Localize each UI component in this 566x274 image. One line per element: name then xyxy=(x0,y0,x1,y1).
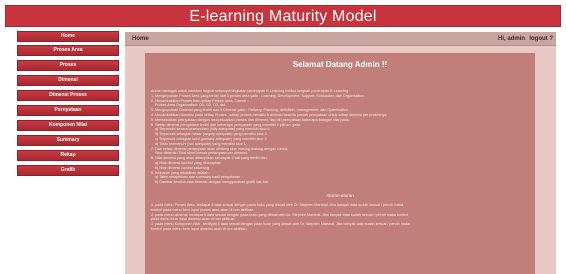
sidebar-item-proses[interactable]: Proses xyxy=(17,60,119,71)
sidebar-item-pernyataan[interactable]: Pernyataan xyxy=(17,105,119,116)
rule-line: tombol pada menu form input dimensi akan… xyxy=(151,226,248,231)
breadcrumb-home[interactable]: Home xyxy=(132,36,149,42)
sidebar-item-grafik[interactable]: Grafik xyxy=(17,165,119,176)
top-bar: Home Hi, admin logout ? xyxy=(125,32,556,46)
sidebar-item-dimensi-proses[interactable]: Dimensi Proses xyxy=(17,90,119,101)
rules-list: 1. pada menu Proses Area, terdapat 5 dat… xyxy=(145,203,535,232)
sidebar-item-proses-area[interactable]: Proses Area xyxy=(17,45,119,56)
greeting-text: Hi, xyxy=(497,36,506,42)
sidebar-item-dimensi[interactable]: Dimensi xyxy=(17,75,119,86)
app-title-banner: E-learning Maturity Model xyxy=(5,5,561,27)
logout-link[interactable]: logout ? xyxy=(529,36,553,42)
user-greeting: Hi, admin xyxy=(498,36,525,42)
main-panel: Home Hi, admin logout ? Selamat Datang A… xyxy=(125,32,556,274)
sidebar-menu: Home Proses Area Proses Dimensi Dimensi … xyxy=(17,31,119,180)
sidebar-item-rekap[interactable]: Rekap xyxy=(17,150,119,161)
page: E-learning Maturity Model Home Proses Ar… xyxy=(0,0,566,274)
intro-line: b) Gambar keseluruhan dimensi dengan men… xyxy=(155,180,269,185)
username: admin xyxy=(507,36,525,42)
intro-instructions: Admin bertugas untuk memberi tingkat seb… xyxy=(145,89,535,185)
welcome-content: Selamat Datang Admin !! Admin bertugas u… xyxy=(145,53,535,274)
rules-heading: Aturan-aturan xyxy=(326,192,354,198)
sidebar-item-summary[interactable]: Summary xyxy=(17,135,119,146)
sidebar-item-komponen-nilai[interactable]: Komponen Nilai xyxy=(17,120,119,131)
sidebar-item-home[interactable]: Home xyxy=(17,31,119,42)
welcome-heading: Selamat Datang Admin !! xyxy=(292,60,388,69)
